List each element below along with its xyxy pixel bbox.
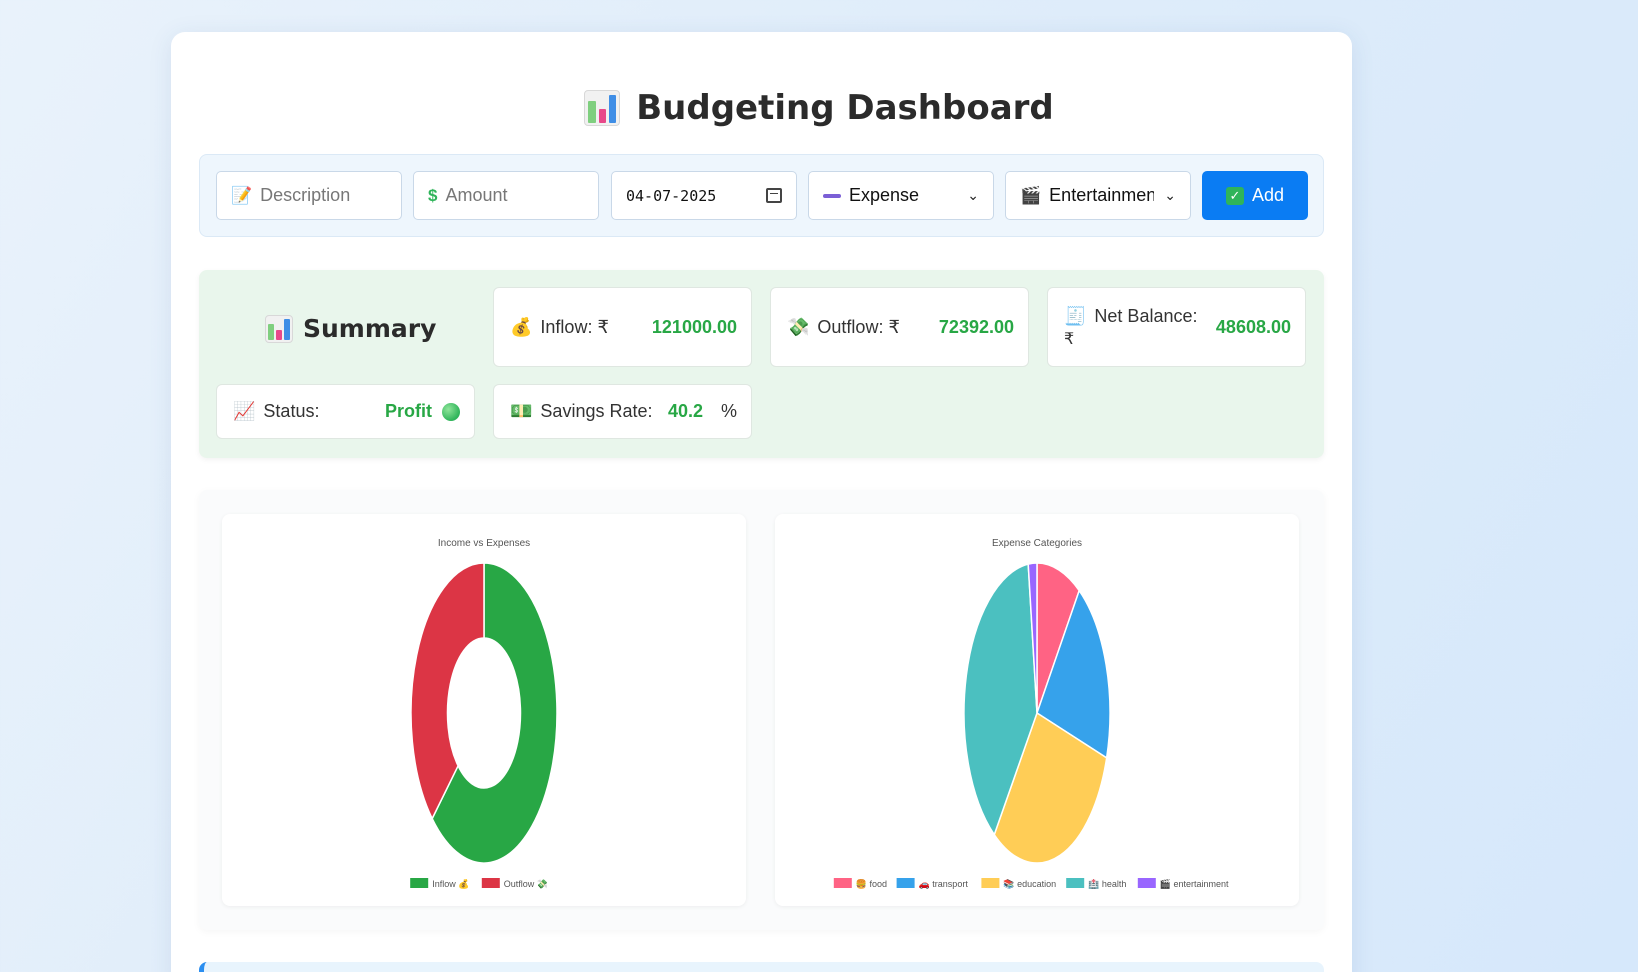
legend-label: 🍔 food <box>856 878 887 889</box>
bar-chart-icon <box>584 90 621 126</box>
legend-item-education[interactable]: 📚 education <box>981 878 1056 889</box>
net-balance-value: 48608.00 <box>1215 316 1291 337</box>
add-button[interactable]: ✓ Add <box>1202 171 1308 220</box>
legend-item-outflow[interactable]: Outflow 💸 <box>481 878 548 889</box>
chart-up-icon: 📈 <box>233 401 256 421</box>
legend-swatch <box>833 878 852 888</box>
legend-swatch <box>481 878 500 888</box>
legend-label: 🏥 health <box>1088 878 1126 889</box>
money-bag-icon: 💰 <box>510 316 533 337</box>
date-input[interactable]: 04-07-2025 <box>611 171 797 220</box>
receipt-icon: 🧾 <box>1064 305 1087 326</box>
page-title: Budgeting Dashboard <box>0 88 1638 128</box>
bar-chart-icon <box>265 314 293 343</box>
type-select[interactable]: Expense ⌄ <box>808 171 994 220</box>
summary-panel: Summary 💰 Inflow: ₹ 121000.00 💸 Outflow: ₹… <box>199 270 1324 458</box>
charts-section: Income vs Expenses Inflow 💰 Outflow 💸 Expe… <box>199 490 1324 930</box>
slice-outflow[interactable] <box>410 562 485 821</box>
legend-item-transport[interactable]: 🚗 transport <box>896 878 969 889</box>
chart-title: Expense Categories <box>992 538 1082 549</box>
legend-label: Inflow 💰 <box>432 878 469 890</box>
outflow-tile: 💸 Outflow: ₹ 72392.00 <box>770 287 1029 367</box>
income-vs-expenses-chart: Income vs Expenses Inflow 💰 Outflow 💸 <box>410 538 558 890</box>
chart-title: Income vs Expenses <box>438 538 530 549</box>
clapper-icon: 🎬 <box>1020 185 1042 205</box>
memo-icon: 📝 <box>231 185 253 205</box>
calendar-icon[interactable] <box>766 188 782 203</box>
legend-label: Outflow 💸 <box>504 879 548 889</box>
expense-categories-card: Expense Categories 🍔 food 🚗 transport 📚 edu… <box>775 514 1299 906</box>
legend-label: 🎬 entertainment <box>1160 878 1229 889</box>
next-section-strip <box>199 962 1324 972</box>
income-vs-expenses-card: Income vs Expenses Inflow 💰 Outflow 💸 <box>222 514 746 906</box>
savings-rate-value: 40.2 <box>667 401 703 421</box>
dollar-icon: $ <box>428 185 438 205</box>
expense-categories-chart: Expense Categories 🍔 food 🚗 transport 📚 edu… <box>833 538 1229 889</box>
legend-swatch <box>896 878 915 888</box>
savings-rate-tile: 💵 Savings Rate: 40.2% <box>493 384 752 439</box>
legend-item-entertainment[interactable]: 🎬 entertainment <box>1137 878 1229 889</box>
legend-label: 🚗 transport <box>919 879 969 889</box>
outflow-value: 72392.00 <box>938 316 1014 337</box>
category-select[interactable]: 🎬 Entertainment ⌄ <box>1005 171 1191 220</box>
chevron-down-icon: ⌄ <box>967 187 979 203</box>
legend-item-inflow[interactable]: Inflow 💰 <box>410 878 469 890</box>
legend-swatch <box>1137 878 1156 888</box>
description-input[interactable]: 📝 Description <box>216 171 402 220</box>
legend-swatch <box>410 878 429 888</box>
status-dot-icon <box>442 402 460 421</box>
legend-item-food[interactable]: 🍔 food <box>833 878 887 889</box>
legend-label: 📚 education <box>1003 879 1056 889</box>
legend-swatch <box>981 878 1000 888</box>
net-balance-tile: 🧾 Net Balance: ₹ 48608.00 <box>1047 287 1306 367</box>
status-tile: 📈 Status: Profit <box>216 384 475 439</box>
chevron-down-icon: ⌄ <box>1164 187 1176 203</box>
cash-icon: 💵 <box>510 401 533 421</box>
amount-input[interactable]: $ Amount <box>413 171 599 220</box>
minus-icon <box>823 193 841 198</box>
legend-item-health[interactable]: 🏥 health <box>1066 878 1126 889</box>
summary-heading: Summary <box>265 314 436 343</box>
inflow-value: 121000.00 <box>651 316 737 337</box>
inflow-tile: 💰 Inflow: ₹ 121000.00 <box>493 287 752 367</box>
status-value: Profit <box>385 401 432 421</box>
transaction-form: 📝 Description $ Amount 04-07-2025 Expens… <box>199 154 1324 237</box>
check-icon: ✓ <box>1225 186 1244 205</box>
money-wings-icon: 💸 <box>787 316 810 337</box>
legend-swatch <box>1066 878 1085 888</box>
